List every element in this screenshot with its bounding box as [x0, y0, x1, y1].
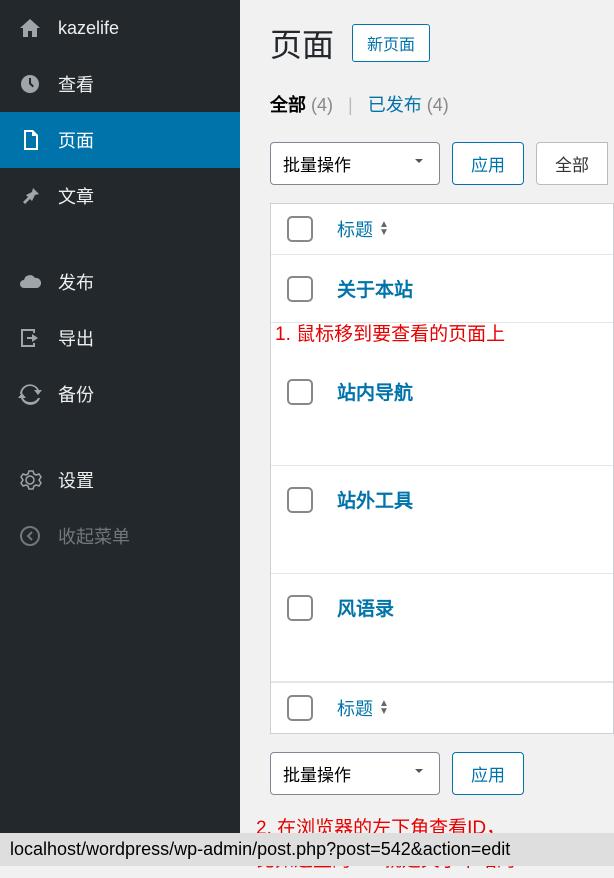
page-header: 页面 新页面: [270, 20, 614, 66]
pin-icon: [16, 182, 44, 210]
sidebar-label: 查看: [58, 71, 94, 97]
filter-published[interactable]: 已发布: [368, 95, 422, 115]
filter-all[interactable]: 全部: [270, 95, 306, 115]
bulk-actions-bottom: 批量操作 应用: [270, 752, 614, 795]
bulk-action-select[interactable]: 批量操作: [270, 142, 440, 185]
sidebar-label: 备份: [58, 381, 94, 407]
bulk-select-label: 批量操作: [283, 761, 351, 786]
sort-icon: ▲▼: [379, 700, 389, 716]
export-icon: [16, 324, 44, 352]
sidebar-label: 文章: [58, 183, 94, 209]
row-title-link[interactable]: 风语录: [337, 594, 394, 621]
column-title[interactable]: 标题 ▲▼: [337, 216, 389, 242]
bulk-action-select-bottom[interactable]: 批量操作: [270, 752, 440, 795]
table-row: 站外工具: [271, 466, 613, 574]
sidebar-label: 设置: [58, 467, 94, 493]
page-icon: [16, 126, 44, 154]
chevron-down-icon: [411, 763, 427, 784]
sort-icon: ▲▼: [379, 221, 389, 237]
sidebar-spacer: [0, 422, 240, 452]
sidebar-item-dashboard[interactable]: 查看: [0, 56, 240, 112]
sidebar-item-settings[interactable]: 设置: [0, 452, 240, 508]
select-all-checkbox-footer[interactable]: [287, 695, 313, 721]
collapse-icon: [16, 522, 44, 550]
filter-published-count: (4): [427, 95, 449, 115]
filter-separator: |: [348, 95, 353, 115]
gear-icon: [16, 466, 44, 494]
filter-links: 全部 (4) | 已发布 (4): [270, 91, 614, 117]
table-row: 关于本站: [271, 255, 613, 323]
table-row: 站内导航: [271, 358, 613, 466]
row-title-link[interactable]: 关于本站: [337, 275, 413, 302]
row-checkbox[interactable]: [287, 595, 313, 621]
sidebar-label: kazelife: [58, 18, 119, 39]
sidebar-label: 收起菜单: [58, 523, 130, 549]
sidebar-item-export[interactable]: 导出: [0, 310, 240, 366]
all-dates-button[interactable]: 全部: [536, 142, 608, 185]
admin-sidebar: kazelife 查看 页面 文章 发布 导出 备份 设置 收起菜单: [0, 0, 240, 866]
apply-button-bottom[interactable]: 应用: [452, 752, 524, 795]
row-checkbox[interactable]: [287, 487, 313, 513]
sidebar-label: 页面: [58, 127, 94, 153]
page-title: 页面: [270, 20, 334, 66]
table-row: 风语录: [271, 574, 613, 682]
sidebar-label: 发布: [58, 269, 94, 295]
sidebar-item-publish[interactable]: 发布: [0, 254, 240, 310]
sidebar-label: 导出: [58, 325, 94, 351]
add-new-button[interactable]: 新页面: [352, 24, 430, 62]
filter-all-count: (4): [311, 95, 333, 115]
row-title-link[interactable]: 站外工具: [337, 486, 413, 513]
main-content: 页面 新页面 全部 (4) | 已发布 (4) 批量操作 应用 全部 标题 ▲▼…: [240, 0, 614, 866]
bulk-select-label: 批量操作: [283, 151, 351, 176]
column-title-footer[interactable]: 标题 ▲▼: [337, 695, 389, 721]
cloud-icon: [16, 268, 44, 296]
sidebar-item-backup[interactable]: 备份: [0, 366, 240, 422]
sidebar-item-pages[interactable]: 页面: [0, 112, 240, 168]
row-checkbox[interactable]: [287, 379, 313, 405]
home-icon: [16, 14, 44, 42]
chevron-down-icon: [411, 153, 427, 174]
annotation-1: 1. 鼠标移到要查看的页面上: [275, 319, 613, 346]
browser-status-bar: localhost/wordpress/wp-admin/post.php?po…: [0, 833, 614, 866]
apply-button[interactable]: 应用: [452, 142, 524, 185]
table-footer: 标题 ▲▼: [271, 682, 613, 733]
dashboard-icon: [16, 70, 44, 98]
row-checkbox[interactable]: [287, 276, 313, 302]
table-header: 标题 ▲▼: [271, 204, 613, 255]
sidebar-item-site[interactable]: kazelife: [0, 0, 240, 56]
refresh-icon: [16, 380, 44, 408]
bulk-actions-top: 批量操作 应用 全部: [270, 142, 614, 185]
row-title-link[interactable]: 站内导航: [337, 378, 413, 405]
pages-table: 标题 ▲▼ 关于本站 1. 鼠标移到要查看的页面上 站内导航 站外工具 风语录: [270, 203, 614, 734]
sidebar-item-collapse[interactable]: 收起菜单: [0, 508, 240, 564]
sidebar-spacer: [0, 224, 240, 254]
select-all-checkbox[interactable]: [287, 216, 313, 242]
sidebar-item-posts[interactable]: 文章: [0, 168, 240, 224]
